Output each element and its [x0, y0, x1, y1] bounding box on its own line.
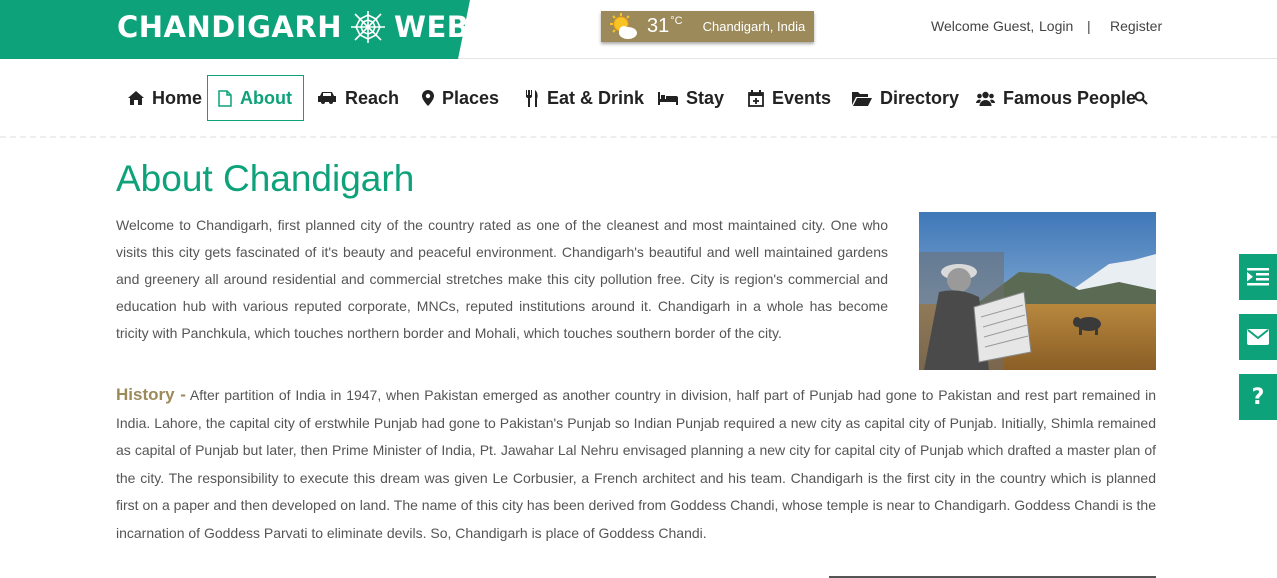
- page-title: About Chandigarh: [116, 158, 415, 199]
- nav-stay[interactable]: Stay: [648, 75, 734, 121]
- nav-about[interactable]: About: [207, 75, 304, 121]
- link-separator: |: [1087, 18, 1091, 34]
- nav-directory[interactable]: Directory: [842, 75, 969, 121]
- car-icon: [318, 92, 336, 104]
- photo-image: [919, 212, 1156, 370]
- nav-famous-people[interactable]: Famous People: [966, 75, 1146, 121]
- le-corbusier-photo: [919, 212, 1156, 370]
- register-link[interactable]: Register: [1110, 18, 1162, 34]
- help-side-button[interactable]: ?: [1239, 374, 1277, 420]
- search-icon: [1134, 91, 1148, 105]
- mail-side-button[interactable]: [1239, 314, 1277, 360]
- calendar-plus-icon: [748, 89, 764, 107]
- nav-search-button[interactable]: [1124, 75, 1166, 121]
- history-text: After partition of India in 1947, when P…: [116, 387, 1156, 541]
- map-marker-icon: [422, 90, 434, 106]
- folder-open-icon: [852, 91, 872, 106]
- history-paragraph: History - After partition of India in 19…: [116, 381, 1156, 547]
- welcome-text: Welcome Guest,: [931, 18, 1035, 34]
- main-nav: Home About Reach Places Eat & Drink Stay…: [0, 60, 1277, 138]
- cutlery-icon: [526, 89, 538, 107]
- nav-places[interactable]: Places: [412, 75, 509, 121]
- nav-reach[interactable]: Reach: [307, 75, 409, 121]
- home-icon: [128, 91, 144, 105]
- users-icon: [976, 91, 995, 106]
- top-bar: CHANDIGARH WEB 31°C Chandigarh, India We…: [0, 0, 1277, 59]
- intro-paragraph: Welcome to Chandigarh, first planned cit…: [116, 217, 888, 341]
- question-icon: ?: [1251, 384, 1265, 410]
- nav-events[interactable]: Events: [738, 75, 841, 121]
- user-links: Welcome Guest, Login | Register: [0, 18, 1277, 36]
- document-icon: [218, 89, 232, 107]
- list-indent-icon: [1247, 268, 1269, 286]
- login-link[interactable]: Login: [1039, 18, 1073, 34]
- history-heading: History -: [116, 385, 186, 404]
- nav-home[interactable]: Home: [118, 75, 212, 121]
- nav-eat-drink[interactable]: Eat & Drink: [515, 75, 654, 121]
- bed-icon: [658, 91, 678, 105]
- envelope-icon: [1247, 329, 1269, 345]
- feed-side-button[interactable]: [1239, 254, 1277, 300]
